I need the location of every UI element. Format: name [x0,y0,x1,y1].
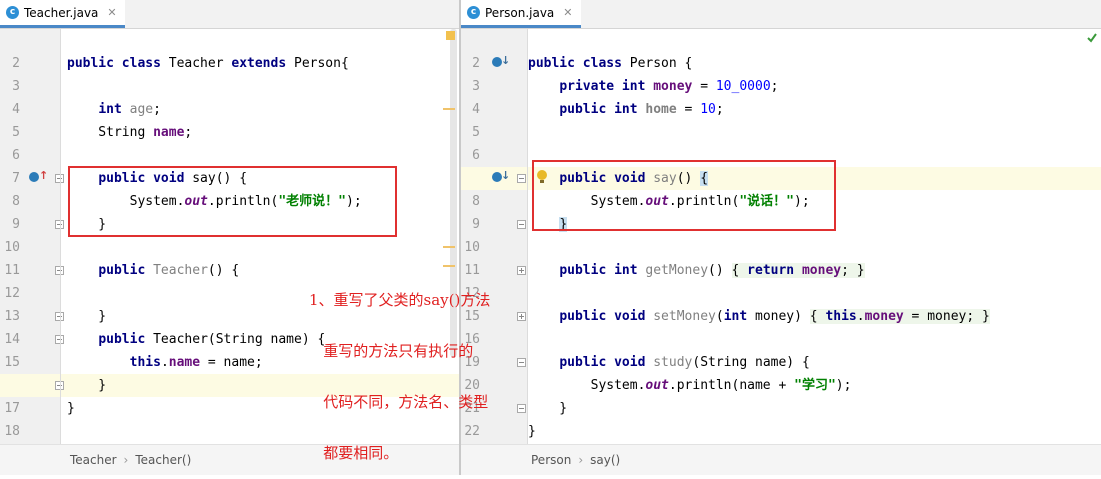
code-line: 3 ↓ public class Person { [461,52,1101,94]
tab-person-java[interactable]: c Person.java ✕ [461,0,581,28]
code-text: private int money = 10_0000; [559,79,779,94]
override-gutter-icon[interactable] [29,172,39,182]
annotation-box [68,166,397,237]
code-line: 4 [0,75,459,117]
code-line: 6 String name; [0,121,459,163]
code-line: 23 } [461,420,1101,443]
code-line: 20 public void study(String name) { [461,351,1101,393]
code-line: 22 } [461,397,1101,439]
code-text: } [67,401,75,416]
down-arrow-icon: ↓ [501,169,511,182]
tab-teacher-java[interactable]: c Teacher.java ✕ [0,0,125,28]
annotation-line: 1、重写了父类的say()方法 [309,291,491,309]
annotation-line: 重写的方法只有执行的 [309,342,474,360]
code-line: 19 [461,328,1101,370]
chevron-right-icon: › [578,453,584,467]
code-text: } [528,424,536,439]
breadcrumb-method[interactable]: Teacher() [135,453,191,467]
code-text: this.name = name; [129,355,263,370]
code-line: 5 public int home = 10; [461,98,1101,140]
fold-icon[interactable] [517,174,526,183]
code-line: 7 [0,144,459,186]
tab-label: Person.java [485,5,555,20]
right-editor-pane: c Person.java ✕ 2 3 ↓ public class Perso… [461,0,1101,475]
code-text: } [67,309,107,324]
code-line: 6 [461,121,1101,163]
annotation-text: 1、重写了父类的say()方法 重写的方法只有执行的 代码不同，方法名、类型 都… [309,258,529,479]
code-text: public int getMoney() { return money; } [559,263,865,278]
override-arrow-icon: ↑ [39,169,49,182]
checkmark-icon[interactable] [1087,33,1097,43]
code-text: public class Teacher extends Person{ [67,56,349,71]
breadcrumb-class[interactable]: Teacher [70,453,117,467]
code-line: 15 [461,282,1101,324]
close-icon[interactable]: ✕ [563,6,572,19]
code-line: 4 private int money = 10_0000; [461,75,1101,117]
code-line: 11 [461,236,1101,278]
code-text: public Teacher(String name) { [98,332,326,347]
breadcrumb-method[interactable]: say() [590,453,620,467]
code-line: 2 [0,29,459,71]
annotation-line: 代码不同，方法名、类型 [309,393,489,411]
tab-label: Teacher.java [24,5,99,20]
code-text: String name; [67,125,193,140]
code-editor[interactable]: 2 3 ↓ public class Person { 4 private in… [461,29,1101,445]
annotation-line: 都要相同。 [309,444,399,462]
java-class-icon: c [6,6,19,19]
code-text: public class Person { [528,56,693,71]
breadcrumb-class[interactable]: Person [531,453,571,467]
code-text: } [67,378,107,393]
code-text: public void setMoney(int money) { this.m… [559,309,990,324]
close-icon[interactable]: ✕ [107,6,116,19]
java-class-icon: c [467,6,480,19]
tab-bar: c Teacher.java ✕ [0,0,459,29]
code-line: 12 public int getMoney() { return money;… [461,259,1101,301]
code-line: 21 System.out.println(name + "学习"); [461,374,1101,416]
code-line: 3 public class Teacher extends Person{ [0,52,459,94]
fold-icon[interactable] [517,220,526,229]
warning-icon[interactable] [446,31,455,40]
code-text: int age; [98,102,161,117]
code-line: 16 public void setMoney(int money) { thi… [461,305,1101,347]
code-text: public Teacher() { [98,263,240,278]
code-text: } [528,401,568,416]
code-text: System.out.println(name + "学习"); [528,378,852,393]
down-arrow-icon: ↓ [501,54,511,67]
annotation-box [532,160,836,231]
breadcrumb: Person › say() [461,444,1101,475]
code-line: 11 [0,236,459,278]
code-text: public int home = 10; [559,102,724,117]
code-line: 2 [461,29,1101,71]
tab-bar: c Person.java ✕ [461,0,1101,29]
code-text: public void study(String name) { [559,355,810,370]
code-line: 5 int age; [0,98,459,140]
chevron-right-icon: › [123,453,129,467]
